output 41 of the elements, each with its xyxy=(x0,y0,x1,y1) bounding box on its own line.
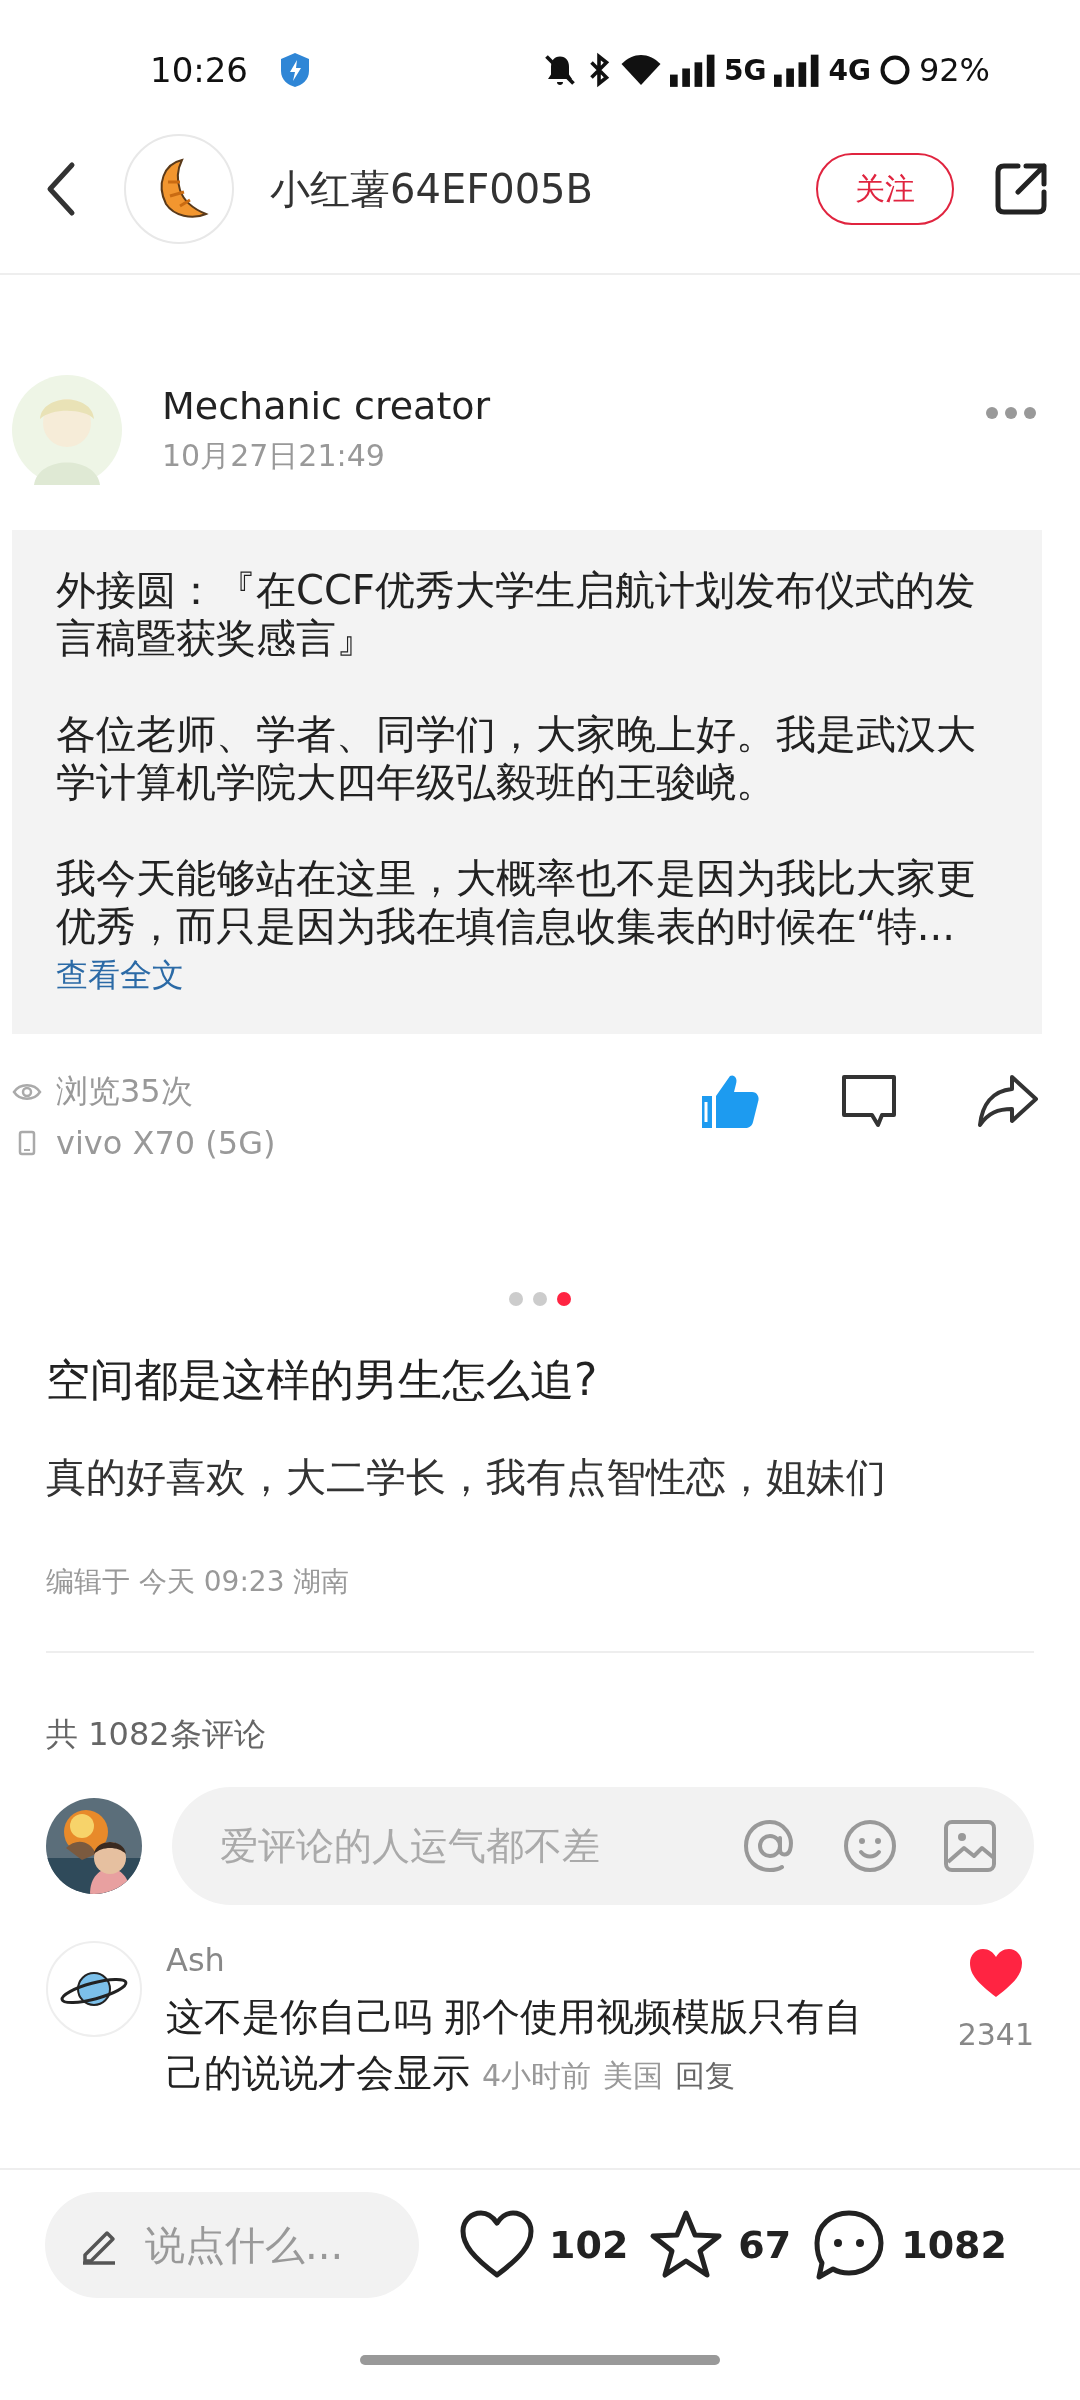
page-dot[interactable] xyxy=(533,1292,547,1306)
post-date: 10月27日21:49 xyxy=(162,436,386,475)
more-icon[interactable] xyxy=(984,405,1038,421)
signal-icon xyxy=(669,53,716,87)
smiley-icon[interactable] xyxy=(842,1818,898,1874)
reply-link[interactable]: 回复 xyxy=(675,2058,736,2093)
battery-icon xyxy=(878,54,911,86)
author-name: Mechanic creator xyxy=(162,383,492,428)
device-name: vivo X70 (5G) xyxy=(56,1124,276,1162)
avatar[interactable] xyxy=(46,1941,142,2037)
signal-icon xyxy=(774,53,821,87)
edit-info: 编辑于 今天 09:23 湖南 xyxy=(46,1563,1034,1653)
share-icon[interactable] xyxy=(976,1073,1040,1129)
commenter-name: Ash xyxy=(166,1941,226,1979)
page-dot[interactable] xyxy=(557,1292,571,1306)
read-more-link[interactable]: 查看全文 xyxy=(56,954,184,998)
battery-percent: 92% xyxy=(918,51,990,89)
view-count: 浏览35次 xyxy=(56,1071,193,1112)
comment-count: 共 1082条评论 xyxy=(46,1714,267,1755)
comment-text: 这不是你自己吗 那个使用视频模版只有自己的说说才会显示 4小时前 美国 回复 xyxy=(166,1994,864,2097)
note-title: 空间都是这样的男生怎么追? xyxy=(46,1353,599,1407)
comment-input[interactable]: 爱评论的人运气都不差 xyxy=(218,1823,698,1869)
shield-icon xyxy=(278,51,312,89)
network-label: 4G xyxy=(828,53,871,87)
collect-count: 67 xyxy=(738,2223,792,2267)
like-count: 102 xyxy=(549,2223,629,2267)
page-dot[interactable] xyxy=(509,1292,523,1306)
eye-icon xyxy=(12,1081,42,1103)
follow-button[interactable]: 关注 xyxy=(816,153,954,225)
post-paragraph: 各位老师、学者、同学们，大家晚上好。我是武汉大学计算机学院大四年级弘毅班的王骏峣。 xyxy=(56,710,977,806)
account-name: 小红薯64EF005B xyxy=(270,164,594,214)
clock-time: 10:26 xyxy=(150,50,248,90)
note-body: 真的好喜欢，大二学长，我有点智性恋，姐妹们 xyxy=(46,1453,887,1502)
comment-count: 1082 xyxy=(901,2223,1007,2267)
like-count: 2341 xyxy=(957,2017,1034,2052)
network-label: 5G xyxy=(723,53,767,87)
image-icon[interactable] xyxy=(942,1818,998,1874)
input-placeholder: 说点什么... xyxy=(145,2220,344,2270)
avatar[interactable] xyxy=(124,134,234,244)
post-paragraph: 外接圆：『在CCF优秀大学生启航计划发布仪式的发言稿暨获奖感言』 xyxy=(56,566,976,662)
post-paragraph: 我今天能够站在这里，大概率也不是因为我比大家更优秀，而只是因为我在填信息收集表的时候在“特... xyxy=(56,854,977,950)
